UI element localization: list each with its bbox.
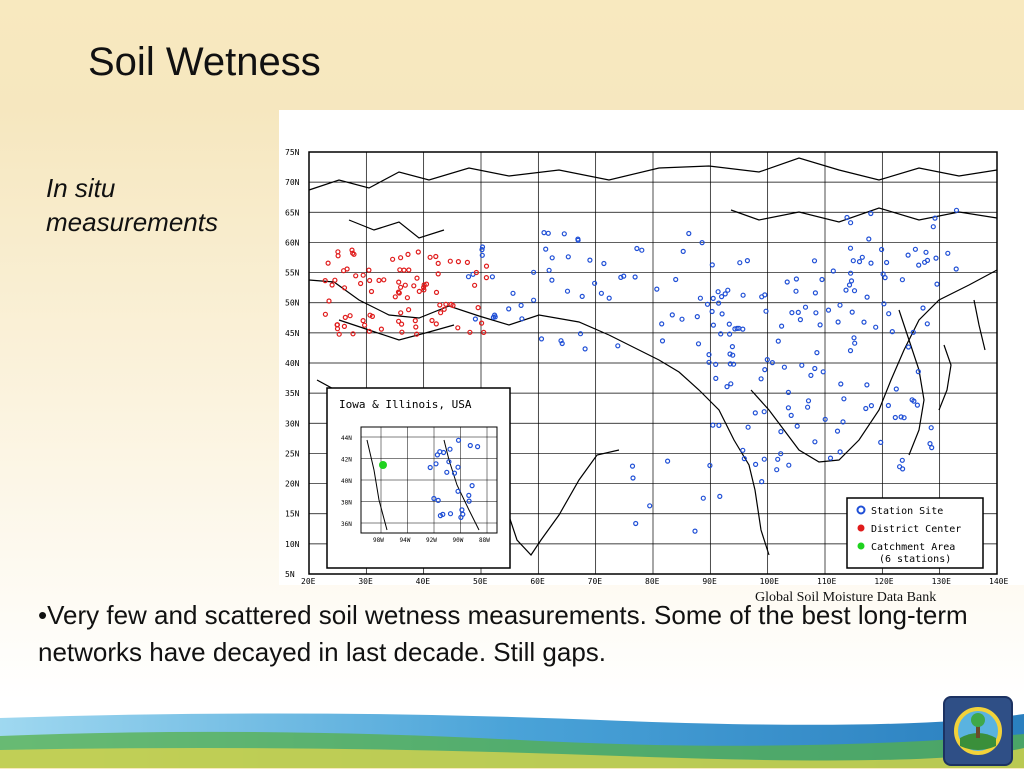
lon-tick-label: 130E [932, 577, 951, 585]
inset-lat-label: 42N [341, 457, 352, 464]
legend-catchment-note: (6 stations) [879, 554, 951, 565]
lat-tick-label: 65N [285, 208, 300, 217]
lon-tick-label: 100E [760, 577, 779, 585]
lat-tick-label: 5N [285, 570, 295, 579]
footer-wave-band [0, 713, 1024, 768]
inset-lat-label: 40N [341, 478, 352, 485]
lon-tick-label: 50E [473, 577, 488, 585]
catchment-area-marker [379, 461, 387, 469]
map-svg: 75N 70N 65N 60N 55N 50N 45N 40N 35N 30N 25N 20N 15N 1… [285, 148, 1008, 585]
legend-station-label: Station Site [871, 506, 943, 517]
legend-district-label: District Center [871, 524, 961, 535]
lon-tick-label: 110E [817, 577, 836, 585]
legend-catchment-icon [857, 542, 865, 550]
inset-lon-label: 94W [400, 537, 411, 544]
lat-tick-label: 10N [285, 540, 300, 549]
lat-tick-label: 30N [285, 419, 300, 428]
inset-lon-label: 88W [479, 537, 490, 544]
organization-logo-icon[interactable] [943, 696, 1013, 766]
lon-tick-label: 40E [416, 577, 431, 585]
slide-title: Soil Wetness [88, 40, 321, 84]
lon-tick-label: 80E [645, 577, 660, 585]
lat-tick-label: 20N [285, 480, 300, 489]
inset-lat-label: 38N [341, 500, 352, 507]
lon-tick-label: 20E [301, 577, 316, 585]
lon-tick-label: 70E [588, 577, 603, 585]
lat-tick-label: 75N [285, 148, 300, 157]
inset-lon-label: 90W [453, 537, 464, 544]
lon-tick-label: 140E [989, 577, 1008, 585]
inset-lon-label: 92W [426, 537, 437, 544]
lon-tick-label: 120E [874, 577, 893, 585]
lat-tick-label: 55N [285, 269, 300, 278]
lon-tick-label: 60E [530, 577, 545, 585]
lat-tick-label: 25N [285, 449, 300, 458]
inset-lat-label: 44N [341, 435, 352, 442]
bullet-text: •Very few and scattered soil wetness mea… [38, 600, 968, 667]
inset-title: Iowa & Illinois, USA [339, 398, 472, 411]
slide-subtitle: In situ measurements [46, 173, 218, 237]
inset-iowa-illinois: Iowa & Illinois, USA 44N 42N 40N 38N 36N 98W 9… [326, 387, 511, 569]
lat-tick-label: 40N [285, 359, 300, 368]
lat-tick-label: 35N [285, 389, 300, 398]
inset-lat-label: 36N [341, 521, 352, 528]
station-map: 75N 70N 65N 60N 55N 50N 45N 40N 35N 30N 25N 20N 15N 1… [279, 110, 1024, 585]
lat-tick-label: 70N [285, 178, 300, 187]
lat-tick-label: 50N [285, 299, 300, 308]
lon-tick-label: 30E [358, 577, 373, 585]
legend-district-icon [857, 524, 865, 532]
lat-tick-label: 15N [285, 510, 300, 519]
map-legend: Station Site District Center Catchment A… [846, 497, 984, 569]
lat-tick-label: 45N [285, 329, 300, 338]
legend-catchment-label: Catchment Area [871, 542, 955, 553]
lat-tick-label: 60N [285, 238, 300, 247]
lon-tick-label: 90E [702, 577, 717, 585]
inset-lon-label: 98W [373, 537, 384, 544]
